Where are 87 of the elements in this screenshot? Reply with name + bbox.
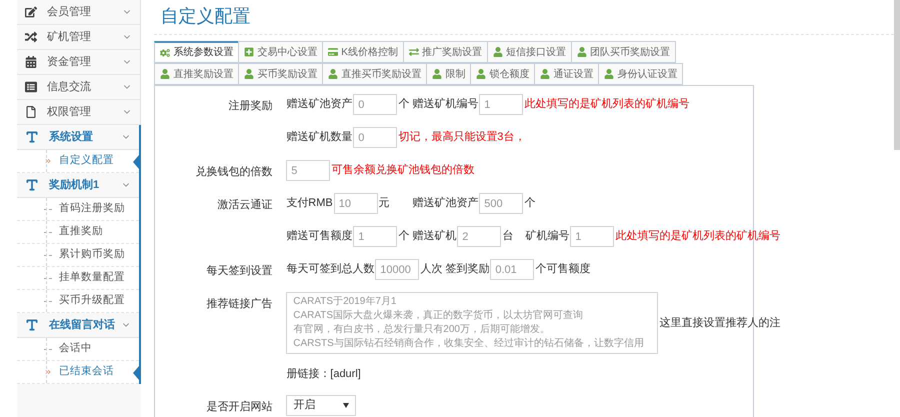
field-text: 支付RMB xyxy=(286,196,333,212)
dropdown-arrow-icon xyxy=(343,402,350,408)
hint-text: 可售余额兑换矿池钱包的倍数 xyxy=(331,162,474,178)
input-field[interactable]: 500 xyxy=(479,193,524,214)
edit-icon xyxy=(25,6,37,18)
user-icon xyxy=(160,69,170,79)
input-field[interactable]: 10000 xyxy=(375,259,420,280)
tab[interactable]: 买币奖励设置 xyxy=(238,63,324,85)
field-text: 赠送矿机 xyxy=(412,228,456,244)
form-label: 注册奖励 xyxy=(228,98,272,114)
input-field[interactable]: 0 xyxy=(353,127,398,148)
input-field[interactable]: 1 xyxy=(570,226,614,247)
field-text: 人次 签到奖励 xyxy=(420,262,490,278)
field-text: 个 xyxy=(398,97,410,112)
field-text: 个 xyxy=(398,229,410,244)
submenu-item[interactable]: 已结束会话 xyxy=(17,361,140,384)
input-field[interactable]: 1 xyxy=(353,226,398,247)
user-icon xyxy=(432,69,442,79)
tab[interactable]: 团队买币奖励设置 xyxy=(570,41,676,63)
field-text: 赠送矿机数量 xyxy=(286,130,352,146)
field-text: 台 xyxy=(502,229,514,244)
tab[interactable]: 直推奖励设置 xyxy=(154,63,240,85)
page-title: 自定义配置 xyxy=(159,5,250,28)
field-text: 个可售额度 xyxy=(535,262,590,278)
field-text: 赠送矿机编号 xyxy=(412,96,478,112)
tab[interactable]: 身份认证设置 xyxy=(598,63,684,85)
select-dropdown[interactable]: 开启 xyxy=(286,394,356,416)
gears-icon xyxy=(160,48,170,58)
user-icon xyxy=(576,47,587,57)
submenu-item[interactable]: 自定义配置 xyxy=(17,150,140,173)
form-label: 是否开启网站 xyxy=(206,400,272,414)
tab[interactable]: 直推买币奖励设置 xyxy=(322,63,428,85)
user-icon xyxy=(540,69,550,79)
calendar-icon xyxy=(25,56,37,68)
input-field[interactable]: 0.01 xyxy=(490,259,534,280)
submenu-item[interactable]: 直推奖励 xyxy=(17,221,140,244)
tab[interactable]: 交易中心设置 xyxy=(238,41,324,63)
user-icon xyxy=(328,69,338,79)
hint-text: 此处填写的是矿机列表的矿机编号 xyxy=(524,96,690,112)
tab[interactable]: 推广奖励设置 xyxy=(402,41,488,63)
list-icon xyxy=(25,81,37,93)
user-icon xyxy=(476,69,486,79)
exchange-icon xyxy=(408,47,419,57)
tab[interactable]: 短信接口设置 xyxy=(486,41,572,63)
tab[interactable]: 锁仓额度 xyxy=(470,63,536,85)
tab[interactable]: K线价格控制 xyxy=(322,41,404,63)
field-text: 矿机编号 xyxy=(525,228,570,244)
submenu-item[interactable]: 会话中 xyxy=(17,338,140,361)
form-label: 每天签到设置 xyxy=(206,264,272,279)
submenu-item[interactable]: 买币升级配置 xyxy=(17,290,140,313)
input-field[interactable]: 5 xyxy=(286,160,330,181)
input-field[interactable]: 0 xyxy=(353,94,398,115)
hint-text: 切记，最高只能设置3台， xyxy=(398,130,526,146)
form-label: 兑换钱包的倍数 xyxy=(195,165,272,180)
user-icon xyxy=(492,47,503,57)
field-text: 这里直接设置推荐人的注 xyxy=(659,316,780,331)
double-chevron-icon xyxy=(44,368,52,376)
user-icon xyxy=(244,69,254,79)
submenu-item[interactable]: 累计购币奖励 xyxy=(17,244,140,267)
field-text: 赠送矿池资产 xyxy=(412,196,478,212)
tab[interactable]: 限制 xyxy=(426,63,472,85)
field-text: 每天可签到总人数 xyxy=(286,262,374,278)
field-text: 赠送可售额度 xyxy=(286,228,352,244)
file-icon xyxy=(25,106,37,118)
field-text: 赠送矿池资产 xyxy=(286,96,352,112)
field-text: 元 xyxy=(378,196,390,212)
text-icon xyxy=(25,178,39,192)
textarea-field[interactable]: CARATS于2019年7月1 CARATS国际大盘火爆来袭，真正的数字货币，以太坊官网可查询 有官网，有白皮书，总发行量只有200万，后期可能增发。 CARSTS与国际钻石经销商合作，收集安全、经过审计的钻石储备，让数字信用 xyxy=(286,292,658,354)
shuffle-icon xyxy=(25,31,37,43)
input-field[interactable]: 2 xyxy=(457,226,502,247)
card-icon xyxy=(328,47,338,57)
form-label: 激活云通证 xyxy=(217,198,272,213)
submenu-item[interactable]: 挂单数量配置 xyxy=(17,267,140,290)
double-chevron-icon xyxy=(44,157,52,165)
submenu-item[interactable]: 首码注册奖励 xyxy=(17,198,140,221)
text-icon xyxy=(25,318,39,332)
tab[interactable]: 系统参数设置 xyxy=(154,41,240,63)
tab[interactable]: 通证设置 xyxy=(534,63,600,85)
field-text: 册链接：[adurl] xyxy=(286,366,361,382)
scrollbar-thumb[interactable] xyxy=(894,0,900,150)
form-label: 推荐链接广告 xyxy=(206,296,272,312)
field-text: 个 xyxy=(524,196,536,212)
user-icon xyxy=(604,69,614,79)
text-icon xyxy=(25,130,39,144)
input-field[interactable]: 10 xyxy=(334,193,378,214)
hint-text: 此处填写的是矿机列表的矿机编号 xyxy=(615,228,780,244)
input-field[interactable]: 1 xyxy=(479,94,524,115)
